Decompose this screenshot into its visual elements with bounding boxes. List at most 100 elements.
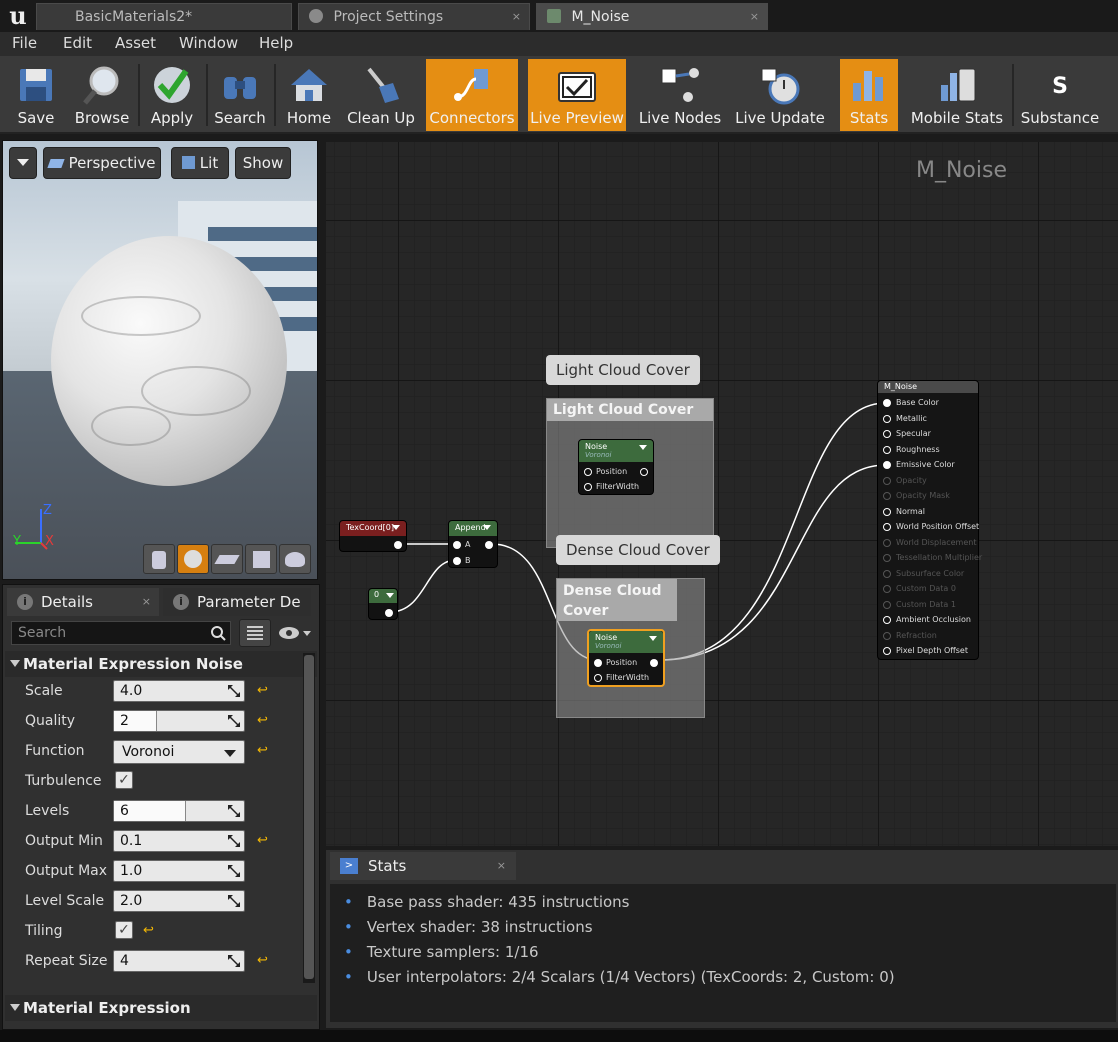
comment-bubble-light[interactable]: Light Cloud Cover <box>546 355 700 385</box>
menu-file[interactable]: File <box>12 34 37 52</box>
menu-edit[interactable]: Edit <box>63 34 92 52</box>
input-pin[interactable] <box>594 659 602 667</box>
tab-m-noise[interactable]: M_Noise × <box>536 3 768 30</box>
lit-button[interactable]: Lit <box>171 147 229 179</box>
property-matrix-button[interactable] <box>239 619 271 647</box>
drag-arrows-icon[interactable] <box>228 685 240 697</box>
output-pin[interactable] <box>385 609 393 617</box>
checkbox[interactable]: ✓ <box>115 771 133 789</box>
live-preview-button[interactable]: Live Preview <box>528 59 626 131</box>
input-pin[interactable] <box>594 674 602 682</box>
tab-details[interactable]: i Details × <box>7 588 159 616</box>
section-material-expression-noise[interactable]: Material Expression Noise <box>5 651 317 677</box>
browse-button[interactable]: Browse <box>70 59 134 131</box>
apply-button[interactable]: Apply <box>142 59 202 131</box>
input-pin[interactable] <box>584 483 592 491</box>
stats-button[interactable]: Stats <box>840 59 898 131</box>
menu-help[interactable]: Help <box>259 34 293 52</box>
material-preview-viewport[interactable]: Perspective Lit Show Z Y X <box>2 140 318 580</box>
tab-basicmaterials2[interactable]: BasicMaterials2* <box>36 3 292 30</box>
input-pin[interactable] <box>883 616 891 624</box>
drag-arrows-icon[interactable] <box>228 715 240 727</box>
property-value-field[interactable]: 6 <box>113 800 245 822</box>
visibility-options-button[interactable] <box>275 623 315 643</box>
input-pin[interactable] <box>883 507 891 516</box>
noise-node-light[interactable]: Noise Voronoi Position FilterWidth <box>578 439 654 495</box>
details-search-input[interactable]: Search <box>11 621 231 645</box>
menu-asset[interactable]: Asset <box>115 34 156 52</box>
material-result-node[interactable]: M_Noise Base Color Metallic Specular Roughn… <box>877 380 982 660</box>
tab-parameter-defaults[interactable]: i Parameter De <box>163 588 311 616</box>
reset-to-default-icon[interactable]: ↩ <box>257 953 268 968</box>
chevron-down-icon[interactable] <box>386 593 394 598</box>
input-pin[interactable] <box>883 569 891 578</box>
home-button[interactable]: Home <box>278 59 340 131</box>
tab-stats[interactable]: > Stats × <box>330 852 516 880</box>
close-icon[interactable]: × <box>497 852 506 880</box>
input-pin[interactable] <box>883 414 891 423</box>
input-pin[interactable] <box>883 631 891 640</box>
input-pin[interactable] <box>883 445 891 454</box>
constant-node[interactable]: 0 <box>368 588 398 620</box>
drag-arrows-icon[interactable] <box>228 835 240 847</box>
substance-button[interactable]: S Substance <box>1018 59 1102 131</box>
show-button[interactable]: Show <box>235 147 291 179</box>
perspective-button[interactable]: Perspective <box>43 147 161 179</box>
search-button[interactable]: Search <box>210 59 270 131</box>
section-material-expression[interactable]: Material Expression <box>5 995 317 1021</box>
reset-to-default-icon[interactable]: ↩ <box>257 713 268 728</box>
input-pin[interactable] <box>883 554 891 562</box>
input-pin[interactable] <box>883 538 891 547</box>
comment-bubble-dense[interactable]: Dense Cloud Cover <box>556 535 720 565</box>
chevron-down-icon[interactable] <box>392 525 400 530</box>
function-dropdown[interactable]: Voronoi <box>113 740 245 764</box>
chevron-down-icon[interactable] <box>649 636 657 641</box>
unreal-logo-icon[interactable]: u <box>4 2 32 30</box>
output-pin[interactable] <box>485 541 493 549</box>
input-pin[interactable] <box>883 461 891 469</box>
details-scrollbar[interactable] <box>303 653 315 983</box>
connectors-button[interactable]: Connectors <box>426 59 518 131</box>
append-node[interactable]: Append A B <box>448 520 498 568</box>
live-nodes-button[interactable]: Live Nodes <box>636 59 724 131</box>
texcoord-node[interactable]: TexCoord[0] <box>339 520 407 552</box>
drag-arrows-icon[interactable] <box>228 895 240 907</box>
cylinder-preview-button[interactable] <box>143 544 175 574</box>
live-update-button[interactable]: Live Update <box>734 59 826 131</box>
teapot-preview-button[interactable] <box>279 544 311 574</box>
input-pin[interactable] <box>883 476 891 485</box>
output-pin[interactable] <box>640 468 648 476</box>
menu-window[interactable]: Window <box>179 34 238 52</box>
scrollbar-thumb[interactable] <box>304 655 314 979</box>
mobile-stats-button[interactable]: Mobile Stats <box>908 59 1006 131</box>
input-pin[interactable] <box>584 468 592 476</box>
output-pin[interactable] <box>650 659 658 667</box>
input-pin[interactable] <box>453 557 461 565</box>
reset-to-default-icon[interactable]: ↩ <box>257 683 268 698</box>
reset-to-default-icon[interactable]: ↩ <box>257 743 268 758</box>
chevron-down-icon[interactable] <box>639 445 647 450</box>
input-pin[interactable] <box>883 585 891 593</box>
tab-project-settings[interactable]: Project Settings × <box>298 3 530 30</box>
checkbox[interactable]: ✓ <box>115 921 133 939</box>
input-pin[interactable] <box>883 430 891 438</box>
cleanup-button[interactable]: Clean Up <box>344 59 418 131</box>
input-pin[interactable] <box>883 600 891 609</box>
drag-arrows-icon[interactable] <box>228 955 240 967</box>
input-pin[interactable] <box>883 399 891 407</box>
input-pin[interactable] <box>453 541 461 549</box>
noise-node-dense[interactable]: Noise Voronoi Position FilterWidth <box>587 629 665 687</box>
material-graph-canvas[interactable]: M_Noise Light Cloud Cover Light Cloud Co… <box>326 142 1118 846</box>
property-value-field[interactable]: 2 <box>113 710 245 732</box>
reset-to-default-icon[interactable]: ↩ <box>257 833 268 848</box>
chevron-down-icon[interactable] <box>483 525 491 530</box>
save-button[interactable]: Save <box>4 59 68 131</box>
cube-preview-button[interactable] <box>245 544 277 574</box>
property-value-field[interactable]: 4.0 <box>113 680 245 702</box>
property-value-field[interactable]: 0.1 <box>113 830 245 852</box>
input-pin[interactable] <box>883 647 891 655</box>
input-pin[interactable] <box>883 492 891 500</box>
drag-arrows-icon[interactable] <box>228 865 240 877</box>
property-value-field[interactable]: 1.0 <box>113 860 245 882</box>
plane-preview-button[interactable] <box>211 544 243 574</box>
